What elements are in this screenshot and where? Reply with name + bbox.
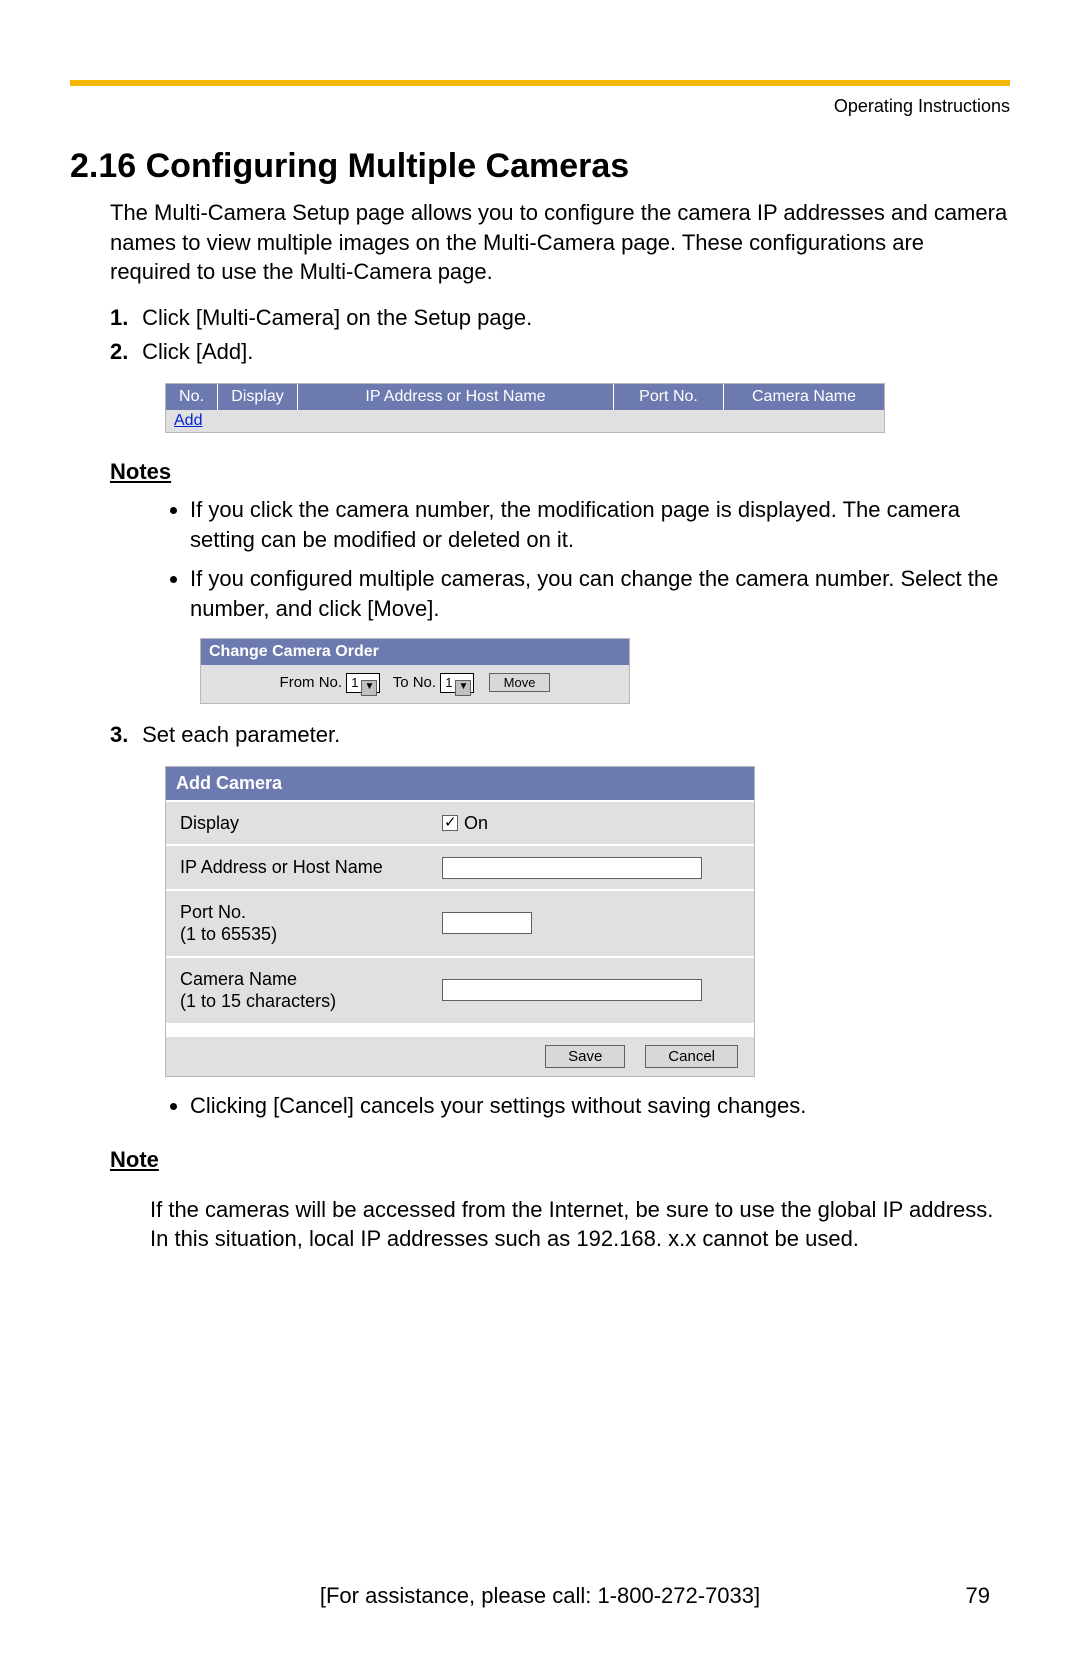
step-2-num: 2. bbox=[110, 339, 136, 365]
doc-label: Operating Instructions bbox=[70, 96, 1010, 117]
col-ip: IP Address or Host Name bbox=[298, 384, 614, 410]
step-1-num: 1. bbox=[110, 305, 136, 331]
chevron-down-icon: ▼ bbox=[361, 680, 377, 696]
ip-input[interactable] bbox=[442, 857, 702, 879]
step-2: 2. Click [Add]. bbox=[110, 339, 1010, 365]
cameras-table-header: No. Display IP Address or Host Name Port… bbox=[166, 384, 884, 410]
step-3-text: Set each parameter. bbox=[142, 722, 340, 747]
step-1-text: Click [Multi-Camera] on the Setup page. bbox=[142, 305, 532, 330]
camera-name-input[interactable] bbox=[442, 979, 702, 1001]
step-2-text: Click [Add]. bbox=[142, 339, 253, 364]
section-title: 2.16 Configuring Multiple Cameras bbox=[70, 147, 1010, 186]
col-port: Port No. bbox=[614, 384, 724, 410]
display-label: Display bbox=[166, 802, 436, 845]
chevron-down-icon: ▼ bbox=[455, 680, 471, 696]
cameras-table: No. Display IP Address or Host Name Port… bbox=[165, 383, 885, 433]
to-label: To No. bbox=[393, 674, 436, 691]
move-button[interactable]: Move bbox=[489, 673, 551, 692]
save-button[interactable]: Save bbox=[545, 1045, 625, 1068]
step-3-num: 3. bbox=[110, 722, 136, 748]
note-heading: Note bbox=[110, 1147, 1010, 1173]
footer-assist: [For assistance, please call: 1-800-272-… bbox=[0, 1583, 1080, 1609]
step-3: 3. Set each parameter. bbox=[110, 722, 1010, 748]
camera-name-hint: (1 to 15 characters) bbox=[180, 991, 336, 1011]
camera-name-label: Camera Name bbox=[180, 969, 297, 989]
display-checkbox[interactable] bbox=[442, 815, 458, 831]
page-number: 79 bbox=[966, 1583, 990, 1609]
display-on-label: On bbox=[464, 813, 488, 834]
col-display: Display bbox=[218, 384, 298, 410]
from-select[interactable]: 1▼ bbox=[346, 673, 380, 693]
cancel-note: Clicking [Cancel] cancels your settings … bbox=[190, 1091, 1010, 1121]
ip-label: IP Address or Host Name bbox=[166, 846, 436, 889]
add-link[interactable]: Add bbox=[174, 412, 202, 429]
note-item-2: If you configured multiple cameras, you … bbox=[190, 564, 1010, 623]
step-1: 1. Click [Multi-Camera] on the Setup pag… bbox=[110, 305, 1010, 331]
port-hint: (1 to 65535) bbox=[180, 924, 277, 944]
to-select-value: 1 bbox=[445, 675, 452, 690]
add-row: Add bbox=[166, 410, 884, 432]
add-camera-title: Add Camera bbox=[166, 767, 754, 800]
cancel-button[interactable]: Cancel bbox=[645, 1045, 738, 1068]
port-input[interactable] bbox=[442, 912, 532, 934]
notes-heading: Notes bbox=[110, 459, 1010, 485]
from-label: From No. bbox=[280, 674, 343, 691]
change-order-body: From No. 1▼ To No. 1▼ Move bbox=[201, 665, 629, 703]
add-camera-panel: Add Camera Display On IP Address or Host… bbox=[165, 766, 755, 1077]
intro-paragraph: The Multi-Camera Setup page allows you t… bbox=[70, 198, 1010, 287]
change-order-panel: Change Camera Order From No. 1▼ To No. 1… bbox=[200, 638, 630, 704]
change-order-title: Change Camera Order bbox=[201, 639, 629, 665]
col-no: No. bbox=[166, 384, 218, 410]
note-body: If the cameras will be accessed from the… bbox=[70, 1195, 1010, 1254]
col-camera: Camera Name bbox=[724, 384, 884, 410]
from-select-value: 1 bbox=[351, 675, 358, 690]
panel-divider bbox=[166, 1023, 754, 1037]
to-select[interactable]: 1▼ bbox=[440, 673, 474, 693]
top-rule bbox=[70, 80, 1010, 86]
note-item-1: If you click the camera number, the modi… bbox=[190, 495, 1010, 554]
port-label: Port No. bbox=[180, 902, 246, 922]
